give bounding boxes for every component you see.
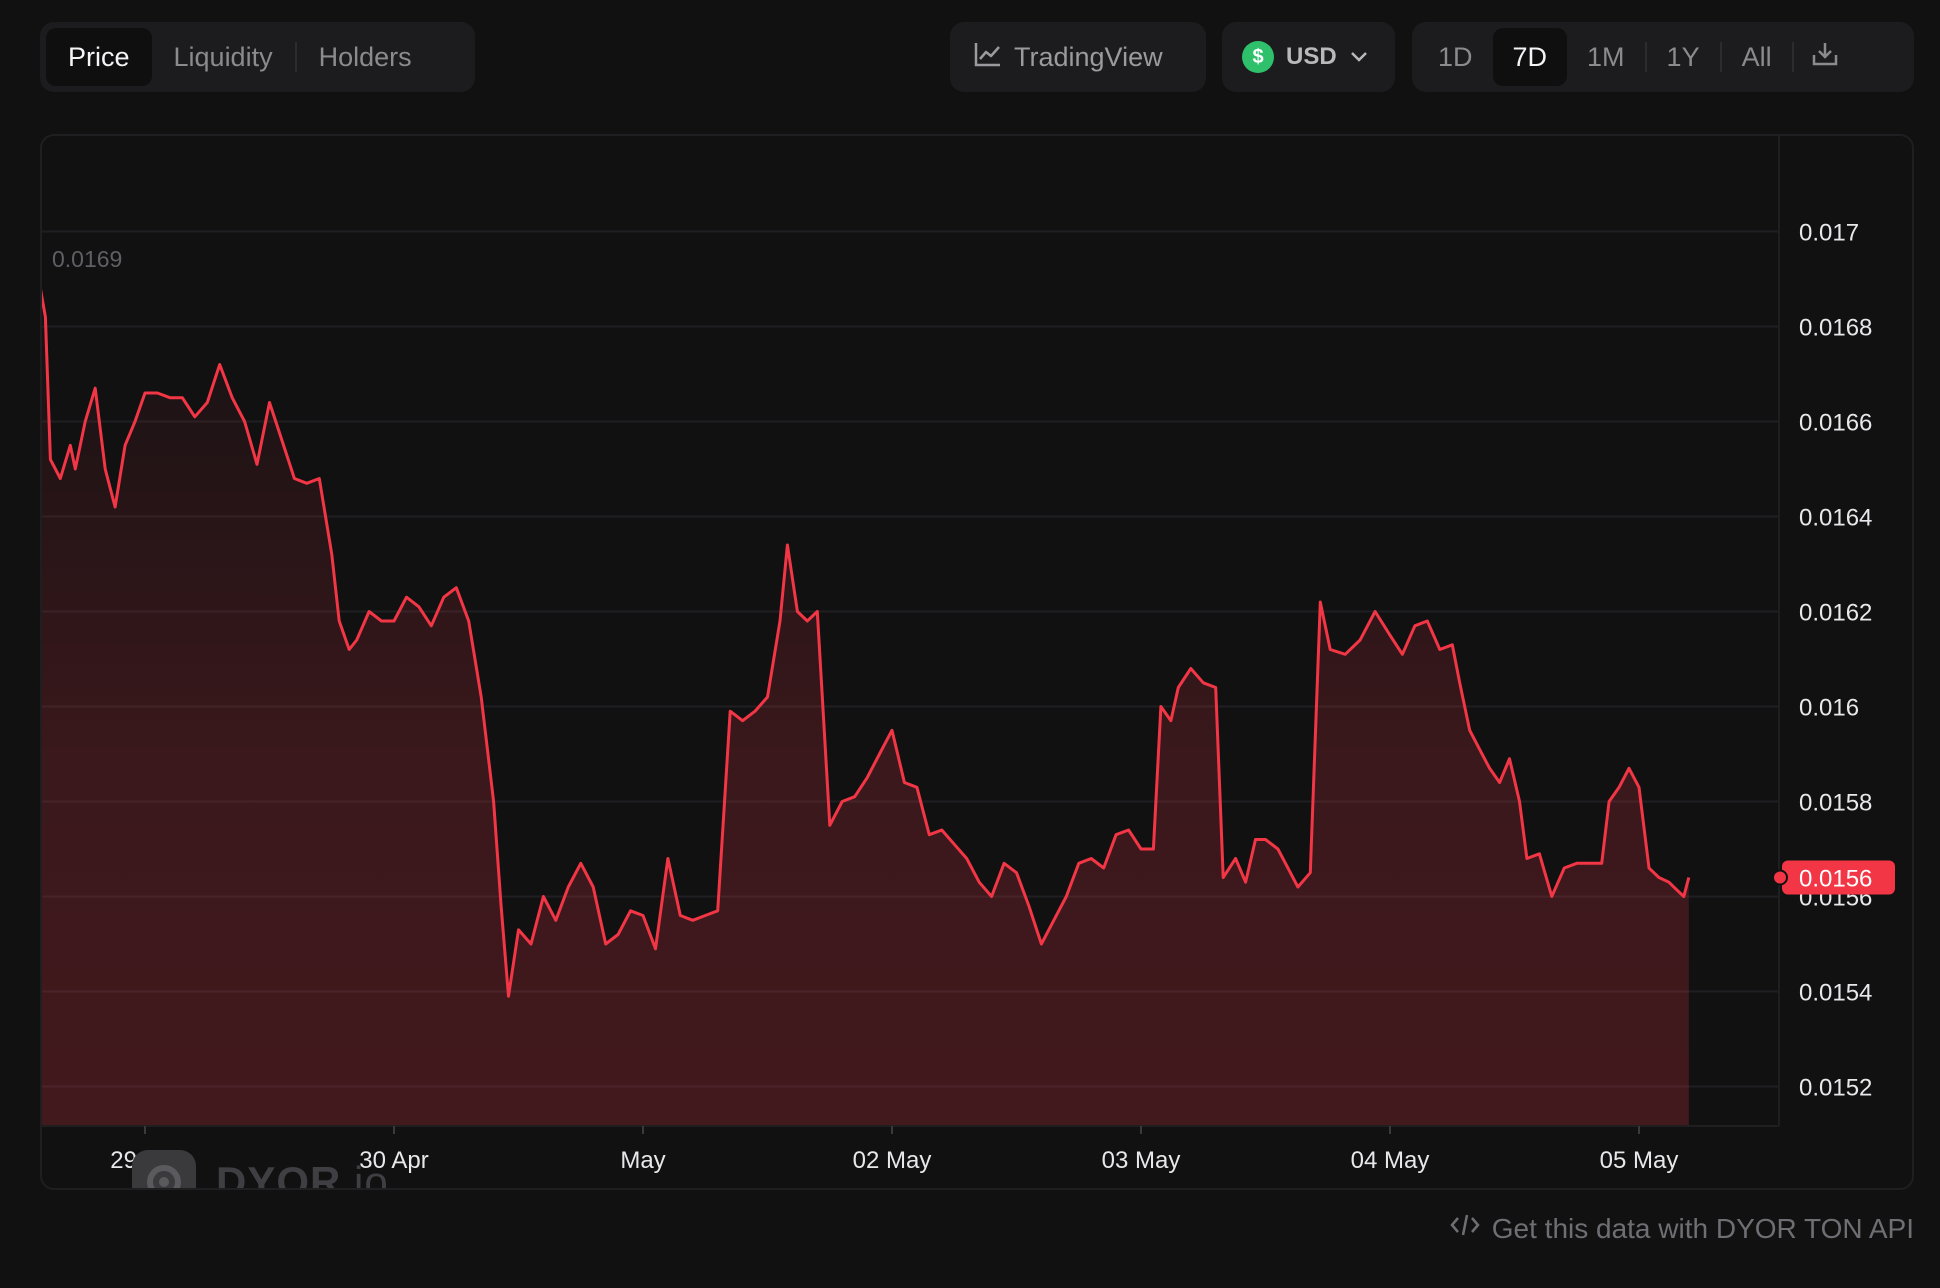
tradingview-button[interactable]: TradingView [956, 28, 1181, 86]
watermark-suffix: .io [341, 1158, 389, 1190]
y-tick-label: 0.0162 [1799, 600, 1872, 627]
start-value-label: 0.0169 [52, 246, 122, 272]
range-7d[interactable]: 7D [1492, 28, 1568, 86]
tab-price[interactable]: Price [46, 28, 152, 86]
current-price-label: 0.0156 [1799, 866, 1872, 893]
chart-mode-tabs: Price Liquidity Holders [40, 22, 475, 92]
price-chart[interactable]: 0.017 0.0168 0.0166 0.0164 0.0162 0.016 0.0158… [42, 136, 1914, 1190]
code-icon [1450, 1212, 1480, 1245]
current-price-badge: 0.0156 [1772, 860, 1895, 895]
currency-label: USD [1286, 43, 1337, 70]
x-tick-label: 03 May [1102, 1147, 1181, 1174]
range-all[interactable]: All [1722, 28, 1792, 86]
chevron-down-icon [1349, 43, 1369, 71]
y-tick-label: 0.017 [1799, 220, 1859, 247]
y-tick-label: 0.0152 [1799, 1075, 1872, 1102]
api-link-text: Get this data with DYOR TON API [1491, 1212, 1914, 1244]
download-button[interactable] [1794, 28, 1856, 86]
y-tick-label: 0.0168 [1799, 315, 1872, 342]
dollar-coin-icon: $ [1242, 41, 1274, 73]
dyor-logo-icon [132, 1150, 196, 1188]
x-tick-label: May [620, 1147, 665, 1174]
range-1d[interactable]: 1D [1418, 28, 1493, 86]
tab-liquidity[interactable]: Liquidity [152, 28, 295, 86]
y-tick-label: 0.0166 [1799, 410, 1872, 437]
y-tick-label: 0.0164 [1799, 505, 1872, 532]
time-range-tabs: 1D 7D 1M 1Y All [1412, 22, 1914, 92]
currency-selector: $ USD [1222, 22, 1395, 92]
range-1y[interactable]: 1Y [1647, 28, 1720, 86]
tab-holders[interactable]: Holders [297, 28, 434, 86]
download-icon [1810, 39, 1840, 76]
tradingview-toggle: TradingView [950, 22, 1206, 92]
x-tick-label: 04 May [1351, 1147, 1430, 1174]
y-tick-label: 0.016 [1799, 695, 1859, 722]
dyor-watermark: DYOR.io [132, 1150, 389, 1190]
line-chart-icon [974, 41, 1002, 74]
y-tick-label: 0.0158 [1799, 790, 1872, 817]
watermark-brand: DYOR [216, 1158, 342, 1190]
api-link[interactable]: Get this data with DYOR TON API [1450, 1212, 1914, 1245]
range-1m[interactable]: 1M [1567, 28, 1645, 86]
watermark-text: DYOR.io [216, 1158, 389, 1190]
y-tick-label: 0.0154 [1799, 980, 1872, 1007]
x-tick-label: 02 May [853, 1147, 932, 1174]
currency-dropdown[interactable]: $ USD [1228, 28, 1383, 86]
price-chart-panel: 0.017 0.0168 0.0166 0.0164 0.0162 0.016 0.0158… [40, 134, 1914, 1190]
x-tick-label: 05 May [1600, 1147, 1679, 1174]
tradingview-label: TradingView [1014, 41, 1163, 72]
